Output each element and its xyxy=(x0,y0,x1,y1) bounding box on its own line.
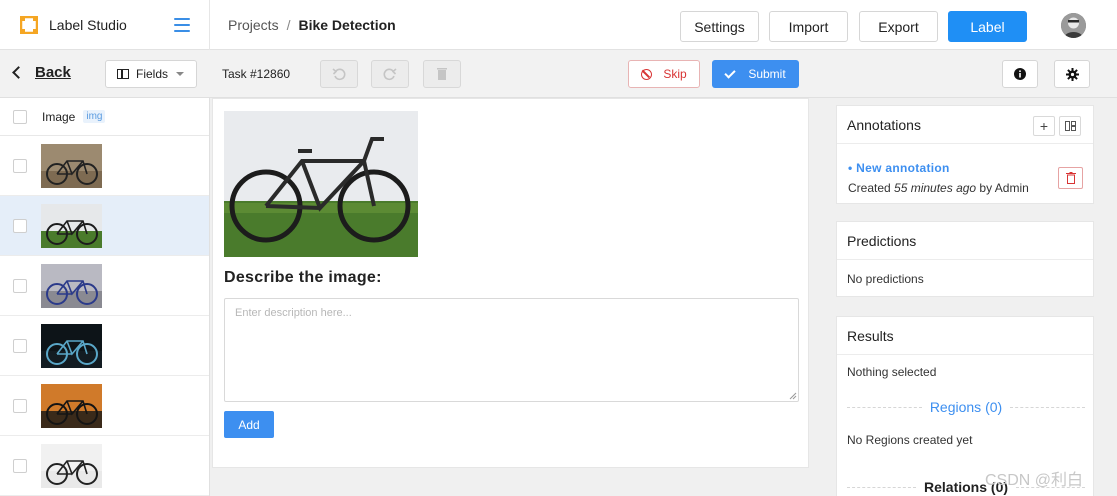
label-studio-logo-icon xyxy=(20,16,38,34)
task-row[interactable] xyxy=(0,376,209,436)
annotations-panel: Annotations + • New annotation Created 5… xyxy=(836,105,1094,204)
check-icon xyxy=(724,66,736,79)
undo-icon xyxy=(332,68,346,81)
predictions-title: Predictions xyxy=(837,222,1093,260)
chevron-left-icon xyxy=(12,66,25,79)
skip-button[interactable]: Skip xyxy=(628,60,700,88)
task-thumbnail xyxy=(41,443,102,488)
back-button[interactable]: Back xyxy=(12,64,71,81)
task-row[interactable] xyxy=(0,256,209,316)
submit-button[interactable]: Submit xyxy=(712,60,799,88)
annotation-created: Created 55 minutes ago by Admin xyxy=(848,181,1029,195)
gear-icon xyxy=(1065,67,1079,81)
regions-empty: No Regions created yet xyxy=(847,433,973,447)
fields-dropdown[interactable]: Fields xyxy=(105,60,197,88)
task-thumbnail xyxy=(41,263,102,308)
annotation-tools: + xyxy=(1029,116,1081,136)
task-image[interactable] xyxy=(224,111,418,257)
resize-grip-icon[interactable] xyxy=(789,392,797,400)
task-row[interactable] xyxy=(0,436,209,496)
column-type-tag: img xyxy=(83,110,106,123)
watermark: CSDN @利白 xyxy=(985,472,1084,489)
skip-label: Skip xyxy=(663,67,687,81)
task-row-checkbox[interactable] xyxy=(13,158,27,173)
task-row-checkbox[interactable] xyxy=(13,458,27,473)
settings-gear-button[interactable] xyxy=(1054,60,1090,88)
task-row-checkbox[interactable] xyxy=(13,278,27,293)
add-button[interactable]: Add xyxy=(224,411,274,438)
avatar[interactable] xyxy=(1061,13,1086,38)
task-id: Task #12860 xyxy=(222,67,291,81)
task-row[interactable] xyxy=(0,136,209,196)
predictions-panel: Predictions No predictions xyxy=(836,221,1094,297)
created-prefix: Created xyxy=(848,181,895,195)
task-row-checkbox[interactable] xyxy=(13,218,27,233)
trash-icon xyxy=(1065,172,1076,184)
label-button[interactable]: Label xyxy=(948,11,1027,42)
info-icon xyxy=(1014,68,1026,80)
back-label: Back xyxy=(35,64,71,81)
user-avatar-icon xyxy=(1061,13,1086,38)
view-all-button[interactable] xyxy=(1059,116,1081,136)
ban-icon xyxy=(641,68,653,80)
labeling-area: Describe the image: Add xyxy=(212,98,809,468)
top-bar: Label Studio Projects / Bike Detection S… xyxy=(0,0,1117,50)
plus-icon: + xyxy=(1039,118,1049,134)
task-list: Image img xyxy=(0,98,210,496)
settings-button[interactable]: Settings xyxy=(680,11,759,42)
created-suffix: by Admin xyxy=(976,181,1029,195)
import-button[interactable]: Import xyxy=(769,11,848,42)
results-title: Results xyxy=(837,317,1093,355)
task-row[interactable] xyxy=(0,196,209,256)
task-thumbnail xyxy=(41,203,102,248)
submit-label: Submit xyxy=(748,67,786,81)
add-annotation-button[interactable]: + xyxy=(1033,116,1055,136)
predictions-empty: No predictions xyxy=(847,272,924,286)
select-all-checkbox[interactable] xyxy=(13,109,27,124)
reset-button[interactable] xyxy=(423,60,461,88)
task-toolbar: Back Fields Task #12860 Skip Submit xyxy=(0,50,1117,98)
task-row-checkbox[interactable] xyxy=(13,338,27,353)
created-time: 55 minutes ago xyxy=(894,181,977,195)
delete-annotation-button[interactable] xyxy=(1058,167,1083,189)
columns-icon xyxy=(117,69,129,79)
grid-view-icon xyxy=(1064,121,1076,131)
redo-icon xyxy=(383,68,397,81)
task-row-checkbox[interactable] xyxy=(13,398,27,413)
breadcrumb-current: Bike Detection xyxy=(298,17,396,33)
nothing-selected: Nothing selected xyxy=(847,365,937,379)
fields-label: Fields xyxy=(136,67,169,81)
task-thumbnail xyxy=(41,383,102,428)
task-thumbnail xyxy=(41,143,102,188)
question-label: Describe the image: xyxy=(224,269,382,286)
redo-button[interactable] xyxy=(371,60,409,88)
regions-section[interactable]: Regions (0) xyxy=(847,399,1085,415)
undo-button[interactable] xyxy=(320,60,358,88)
trash-icon xyxy=(437,68,447,80)
task-thumbnail xyxy=(41,323,102,368)
breadcrumb-projects[interactable]: Projects xyxy=(228,17,279,33)
caret-down-icon xyxy=(176,72,185,76)
breadcrumb-separator: / xyxy=(286,17,291,33)
column-label-image: Image xyxy=(42,109,76,124)
annotation-item-title[interactable]: • New annotation xyxy=(848,161,950,175)
info-button[interactable] xyxy=(1002,60,1038,88)
task-row[interactable] xyxy=(0,316,209,376)
task-list-header: Image img xyxy=(0,98,209,136)
menu-icon[interactable] xyxy=(174,18,190,32)
regions-label: Regions (0) xyxy=(929,399,1003,415)
brand-name: Label Studio xyxy=(49,17,127,33)
description-textarea[interactable] xyxy=(224,298,799,402)
breadcrumb: Projects / Bike Detection xyxy=(228,0,396,50)
export-button[interactable]: Export xyxy=(859,11,938,42)
